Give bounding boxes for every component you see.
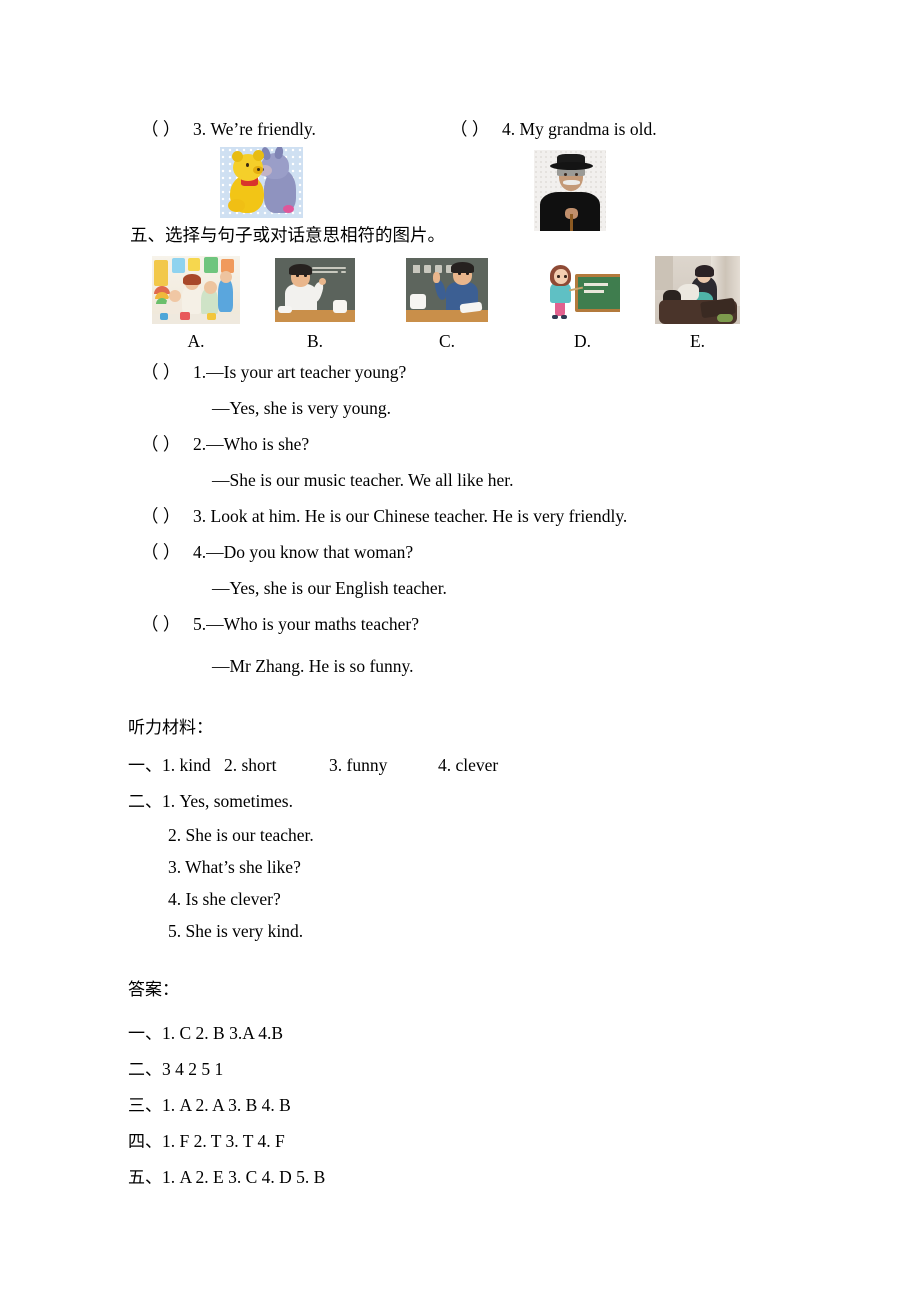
image-option-c	[406, 258, 488, 322]
listening-sentence-2: 2. She is our teacher.	[168, 825, 314, 845]
answer-values: 1. A 2. E 3. C 4. D 5. B	[162, 1167, 326, 1187]
image-option-b	[275, 258, 355, 322]
image-pooh-and-eeyore	[220, 147, 303, 218]
item-number: 4.	[193, 542, 207, 562]
answer-marker: 四、	[128, 1132, 162, 1152]
answer-bracket[interactable]: （ ）	[141, 120, 193, 139]
option-label-a: A.	[187, 331, 205, 351]
answer-row-4: 四、1. F 2. T 3. T 4. F	[128, 1131, 285, 1152]
answer-marker: 五、	[128, 1168, 162, 1188]
answers-heading: 答案：	[128, 980, 179, 1000]
section-five-item-5-line-2: —Mr Zhang. He is so funny.	[212, 656, 414, 676]
answer-bracket[interactable]: （ ）	[141, 615, 193, 634]
answer-bracket[interactable]: （ ）	[141, 363, 193, 382]
listening-sentence-1: 1. Yes, sometimes.	[162, 791, 293, 811]
answer-values: 1. A 2. A 3. B 4. B	[162, 1095, 291, 1115]
item-number: 1.	[193, 362, 207, 382]
answer-marker: 三、	[128, 1096, 162, 1116]
option-label-d: D.	[573, 331, 591, 351]
image-option-a	[152, 256, 240, 324]
image-old-man	[534, 150, 606, 231]
answer-marker: 一、	[128, 1024, 162, 1044]
answer-row-5: 五、1. A 2. E 3. C 4. D 5. B	[128, 1167, 326, 1188]
option-label-c: C.	[438, 331, 456, 351]
section-five-item-1: （ ） 1.—Is your art teacher young?	[141, 362, 407, 382]
listening-word-2: 2. short	[224, 755, 277, 775]
item-line-1: —Is your art teacher young?	[206, 362, 407, 382]
answer-marker: 二、	[128, 1060, 162, 1080]
question-text: My grandma is old.	[519, 119, 657, 139]
listening-word-1: 1. kind	[162, 755, 211, 775]
group-marker: 二、	[128, 792, 162, 812]
listening-material-heading: 听力材料：	[128, 718, 213, 738]
question-row-3: （ ） 3. We’re friendly.	[141, 119, 316, 139]
listening-word-3: 3. funny	[329, 755, 388, 775]
listening-group-two: 二、1. Yes, sometimes.	[128, 791, 293, 812]
option-label-e: E.	[689, 331, 706, 351]
question-text: We’re friendly.	[210, 119, 316, 139]
answer-bracket[interactable]: （ ）	[141, 543, 193, 562]
item-line-1: Look at him. He is our Chinese teacher. …	[206, 506, 628, 526]
section-five-item-2-line-2: —She is our music teacher. We all like h…	[212, 470, 514, 490]
answer-bracket[interactable]: （ ）	[141, 435, 193, 454]
section-five-item-4: （ ） 4.—Do you know that woman?	[141, 542, 414, 562]
group-marker: 一、	[128, 756, 162, 776]
listening-group-one: 一、1. kind 2. short 3. funny 4. clever	[128, 755, 499, 776]
item-line-1: —Do you know that woman?	[206, 542, 414, 562]
section-five-item-5: （ ） 5.—Who is your maths teacher?	[141, 614, 419, 634]
answer-row-1: 一、1. C 2. B 3.A 4.B	[128, 1023, 284, 1044]
image-option-d	[545, 258, 620, 322]
image-option-e	[655, 256, 740, 324]
worksheet-page: （ ） 3. We’re friendly. （ ） 4. My grandma i…	[0, 0, 920, 1302]
question-row-4: （ ） 4. My grandma is old.	[450, 119, 657, 139]
section-five-item-2: （ ） 2.—Who is she?	[141, 434, 310, 454]
item-line-1: —Who is your maths teacher?	[206, 614, 419, 634]
listening-sentence-3: 3. What’s she like?	[168, 857, 301, 877]
section-five-item-3: （ ） 3. Look at him. He is our Chinese tea…	[141, 506, 628, 526]
answer-row-3: 三、1. A 2. A 3. B 4. B	[128, 1095, 291, 1116]
section-five-item-1-line-2: —Yes, she is very young.	[212, 398, 392, 418]
question-number: 4.	[502, 119, 516, 139]
item-line-1: —Who is she?	[206, 434, 310, 454]
listening-sentence-4: 4. Is she clever?	[168, 889, 281, 909]
item-number: 3.	[193, 506, 207, 526]
answer-values: 1. C 2. B 3.A 4.B	[162, 1023, 284, 1043]
question-number: 3.	[193, 119, 207, 139]
option-label-b: B.	[306, 331, 324, 351]
section-five-heading: 五、选择与句子或对话意思相符的图片。	[130, 226, 445, 246]
answer-row-2: 二、3 4 2 5 1	[128, 1059, 224, 1080]
listening-word-4: 4. clever	[438, 755, 499, 775]
answer-bracket[interactable]: （ ）	[141, 507, 193, 526]
section-five-item-4-line-2: —Yes, she is our English teacher.	[212, 578, 447, 598]
listening-sentence-5: 5. She is very kind.	[168, 921, 304, 941]
answer-bracket[interactable]: （ ）	[450, 120, 502, 139]
answer-values: 1. F 2. T 3. T 4. F	[162, 1131, 285, 1151]
answer-values: 3 4 2 5 1	[162, 1059, 224, 1079]
item-number: 5.	[193, 614, 207, 634]
item-number: 2.	[193, 434, 207, 454]
